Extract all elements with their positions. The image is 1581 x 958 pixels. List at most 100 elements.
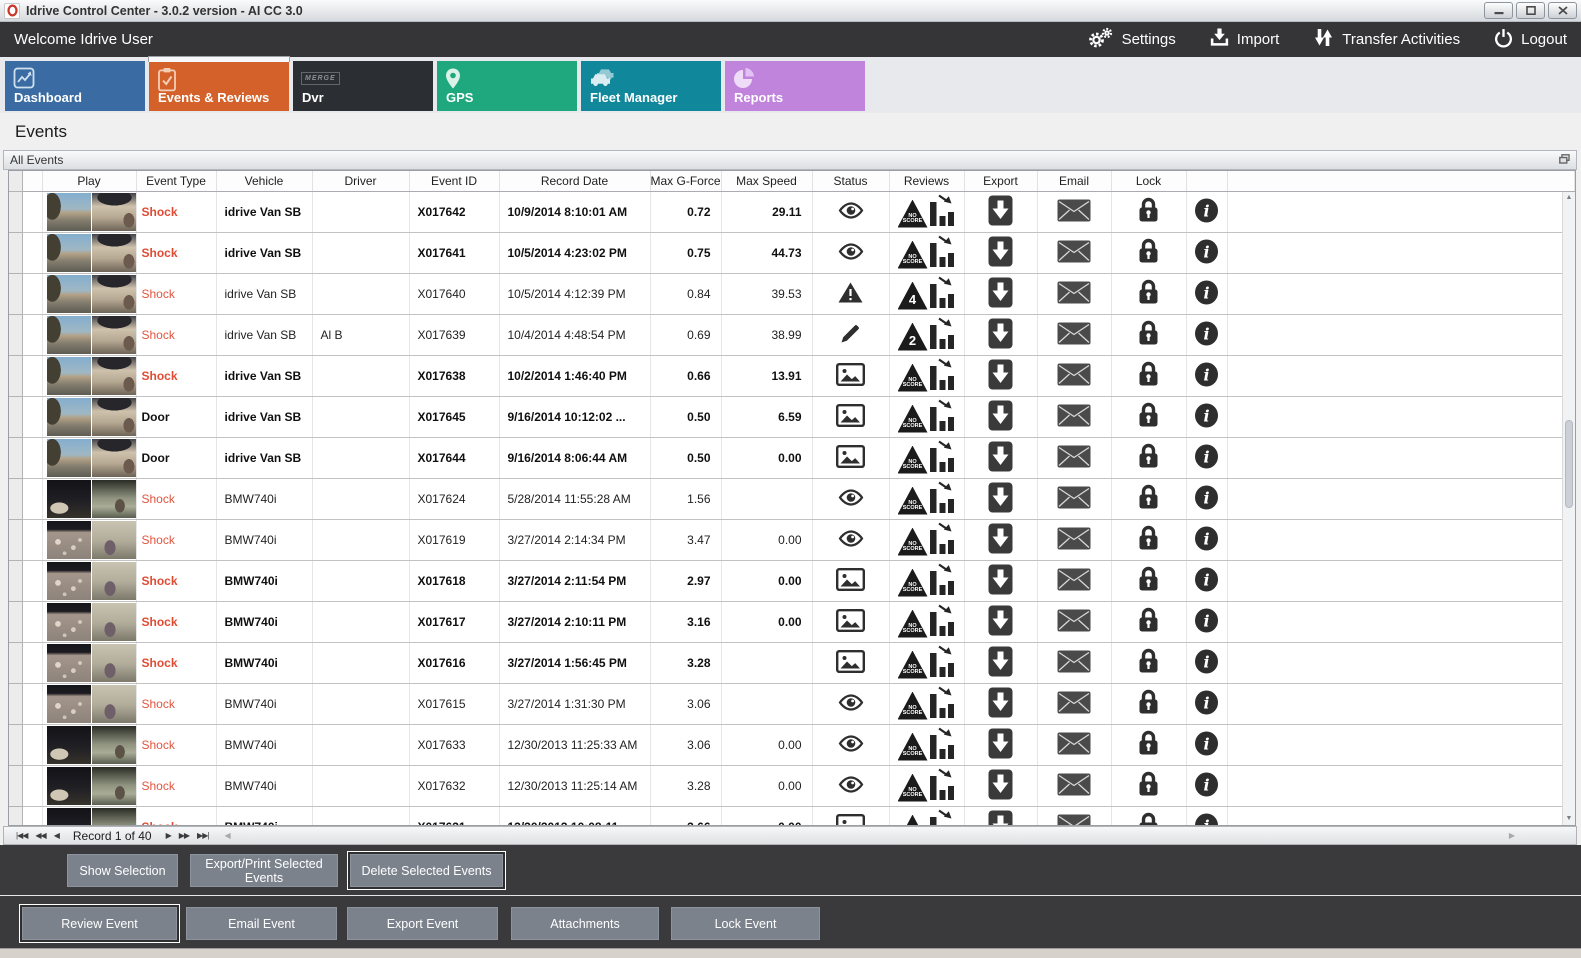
play-cell[interactable] <box>42 601 137 643</box>
play-cell[interactable] <box>42 724 137 766</box>
play-cell[interactable] <box>42 314 137 356</box>
table-row[interactable]: Shock idrive Van SB X017641 10/5/2014 4:23:… <box>9 232 1575 274</box>
email-cell[interactable] <box>1037 478 1112 520</box>
lock-cell[interactable] <box>1111 191 1187 233</box>
export-cell[interactable] <box>964 724 1038 766</box>
row-select-cell[interactable] <box>22 396 43 438</box>
event-video-thumbnail[interactable] <box>46 438 135 477</box>
row-select-cell[interactable] <box>22 560 43 602</box>
nav-prev-page-button[interactable]: ◀◀ <box>35 831 46 840</box>
play-cell[interactable] <box>42 437 137 479</box>
show-selection-button[interactable]: Show Selection <box>67 854 178 887</box>
row-select-cell[interactable] <box>22 437 43 479</box>
export-cell[interactable] <box>964 683 1038 725</box>
import-button[interactable]: Import <box>1210 28 1279 51</box>
reviews-cell[interactable]: NO SCORE <box>889 683 965 725</box>
review-event-button[interactable]: Review Event <box>22 907 177 940</box>
info-cell[interactable]: i <box>1186 560 1228 602</box>
event-video-thumbnail[interactable] <box>46 356 135 395</box>
table-row[interactable]: Door idrive Van SB X017645 9/16/2014 10:12:… <box>9 396 1575 438</box>
lock-cell[interactable] <box>1111 232 1187 274</box>
column-header[interactable]: Export <box>964 171 1038 192</box>
reviews-cell[interactable]: NO SCORE <box>889 560 965 602</box>
reviews-cell[interactable]: NO SCORE <box>889 437 965 479</box>
tab-events-reviews[interactable]: Events & Reviews <box>148 56 290 111</box>
email-cell[interactable] <box>1037 765 1112 807</box>
info-cell[interactable]: i <box>1186 806 1228 825</box>
lock-cell[interactable] <box>1111 437 1187 479</box>
row-select-cell[interactable] <box>22 232 43 274</box>
column-header[interactable]: Reviews <box>889 171 965 192</box>
reviews-cell[interactable]: NO SCORE <box>889 519 965 561</box>
close-button[interactable] <box>1548 2 1577 19</box>
event-video-thumbnail[interactable] <box>46 233 135 272</box>
table-row[interactable]: Shock BMW740i X017615 3/27/2014 1:31:30 PM 3… <box>9 683 1575 725</box>
event-video-thumbnail[interactable] <box>46 520 135 559</box>
column-header[interactable]: Event Type <box>136 171 217 192</box>
lock-cell[interactable] <box>1111 355 1187 397</box>
play-cell[interactable] <box>42 560 137 602</box>
event-video-thumbnail[interactable] <box>46 479 135 518</box>
column-header[interactable]: Event ID <box>409 171 500 192</box>
export-cell[interactable] <box>964 437 1038 479</box>
email-cell[interactable] <box>1037 642 1112 684</box>
row-select-cell[interactable] <box>22 765 43 807</box>
column-header[interactable]: Email <box>1037 171 1112 192</box>
email-cell[interactable] <box>1037 601 1112 643</box>
email-cell[interactable] <box>1037 191 1112 233</box>
hscroll-right-icon[interactable]: ▶ <box>1509 831 1515 840</box>
row-select-cell[interactable] <box>22 191 43 233</box>
nav-next-page-button[interactable]: ▶▶ <box>179 831 190 840</box>
info-cell[interactable]: i <box>1186 642 1228 684</box>
row-select-cell[interactable] <box>22 806 43 825</box>
export-cell[interactable] <box>964 478 1038 520</box>
tab-dvr[interactable]: MERGE Dvr <box>293 61 433 111</box>
logout-button[interactable]: Logout <box>1494 28 1567 52</box>
table-row[interactable]: Shock idrive Van SB X017640 10/5/2014 4:12:… <box>9 273 1575 315</box>
event-video-thumbnail[interactable] <box>46 684 135 723</box>
export-cell[interactable] <box>964 355 1038 397</box>
export-cell[interactable] <box>964 273 1038 315</box>
reviews-cell[interactable]: 2 <box>889 314 965 356</box>
column-header[interactable]: Status <box>812 171 890 192</box>
info-cell[interactable]: i <box>1186 724 1228 766</box>
reviews-cell[interactable]: NO SCORE <box>889 191 965 233</box>
info-cell[interactable]: i <box>1186 355 1228 397</box>
attachments-button[interactable]: Attachments <box>511 907 659 940</box>
nav-last-button[interactable]: ▶▶| <box>197 831 209 840</box>
lock-cell[interactable] <box>1111 806 1187 825</box>
reviews-cell[interactable]: NO SCORE <box>889 601 965 643</box>
column-header[interactable]: Max G-Force <box>650 171 722 192</box>
row-select-cell[interactable] <box>22 683 43 725</box>
scroll-up-icon[interactable]: ▲ <box>1563 192 1575 204</box>
row-select-cell[interactable] <box>22 355 43 397</box>
export-cell[interactable] <box>964 642 1038 684</box>
scroll-down-icon[interactable]: ▼ <box>1563 813 1575 825</box>
info-cell[interactable]: i <box>1186 519 1228 561</box>
scrollbar-thumb[interactable] <box>1565 420 1573 508</box>
export-cell[interactable] <box>964 601 1038 643</box>
tab-fleet-manager[interactable]: Fleet Manager <box>581 61 721 111</box>
row-select-cell[interactable] <box>22 601 43 643</box>
play-cell[interactable] <box>42 191 137 233</box>
email-cell[interactable] <box>1037 355 1112 397</box>
info-cell[interactable]: i <box>1186 232 1228 274</box>
nav-next-button[interactable]: ▶ <box>166 831 172 840</box>
tab-gps[interactable]: GPS <box>437 61 577 111</box>
lock-cell[interactable] <box>1111 519 1187 561</box>
export-event-button[interactable]: Export Event <box>347 907 498 940</box>
info-cell[interactable]: i <box>1186 314 1228 356</box>
delete-selected-button[interactable]: Delete Selected Events <box>350 854 503 887</box>
reviews-cell[interactable]: NO SCORE <box>889 396 965 438</box>
table-row[interactable]: Shock idrive Van SB Al B X017639 10/4/2014 4… <box>9 314 1575 356</box>
export-cell[interactable] <box>964 396 1038 438</box>
play-cell[interactable] <box>42 806 137 825</box>
hscroll-left-icon[interactable]: ◀ <box>224 831 230 840</box>
info-cell[interactable]: i <box>1186 273 1228 315</box>
table-row[interactable]: Shock BMW740i X017633 12/30/2013 11:25:33 A… <box>9 724 1575 766</box>
table-row[interactable]: Shock BMW740i X017616 3/27/2014 1:56:45 PM 3… <box>9 642 1575 684</box>
email-cell[interactable] <box>1037 273 1112 315</box>
column-header[interactable]: Record Date <box>499 171 651 192</box>
lock-cell[interactable] <box>1111 724 1187 766</box>
row-select-cell[interactable] <box>22 724 43 766</box>
